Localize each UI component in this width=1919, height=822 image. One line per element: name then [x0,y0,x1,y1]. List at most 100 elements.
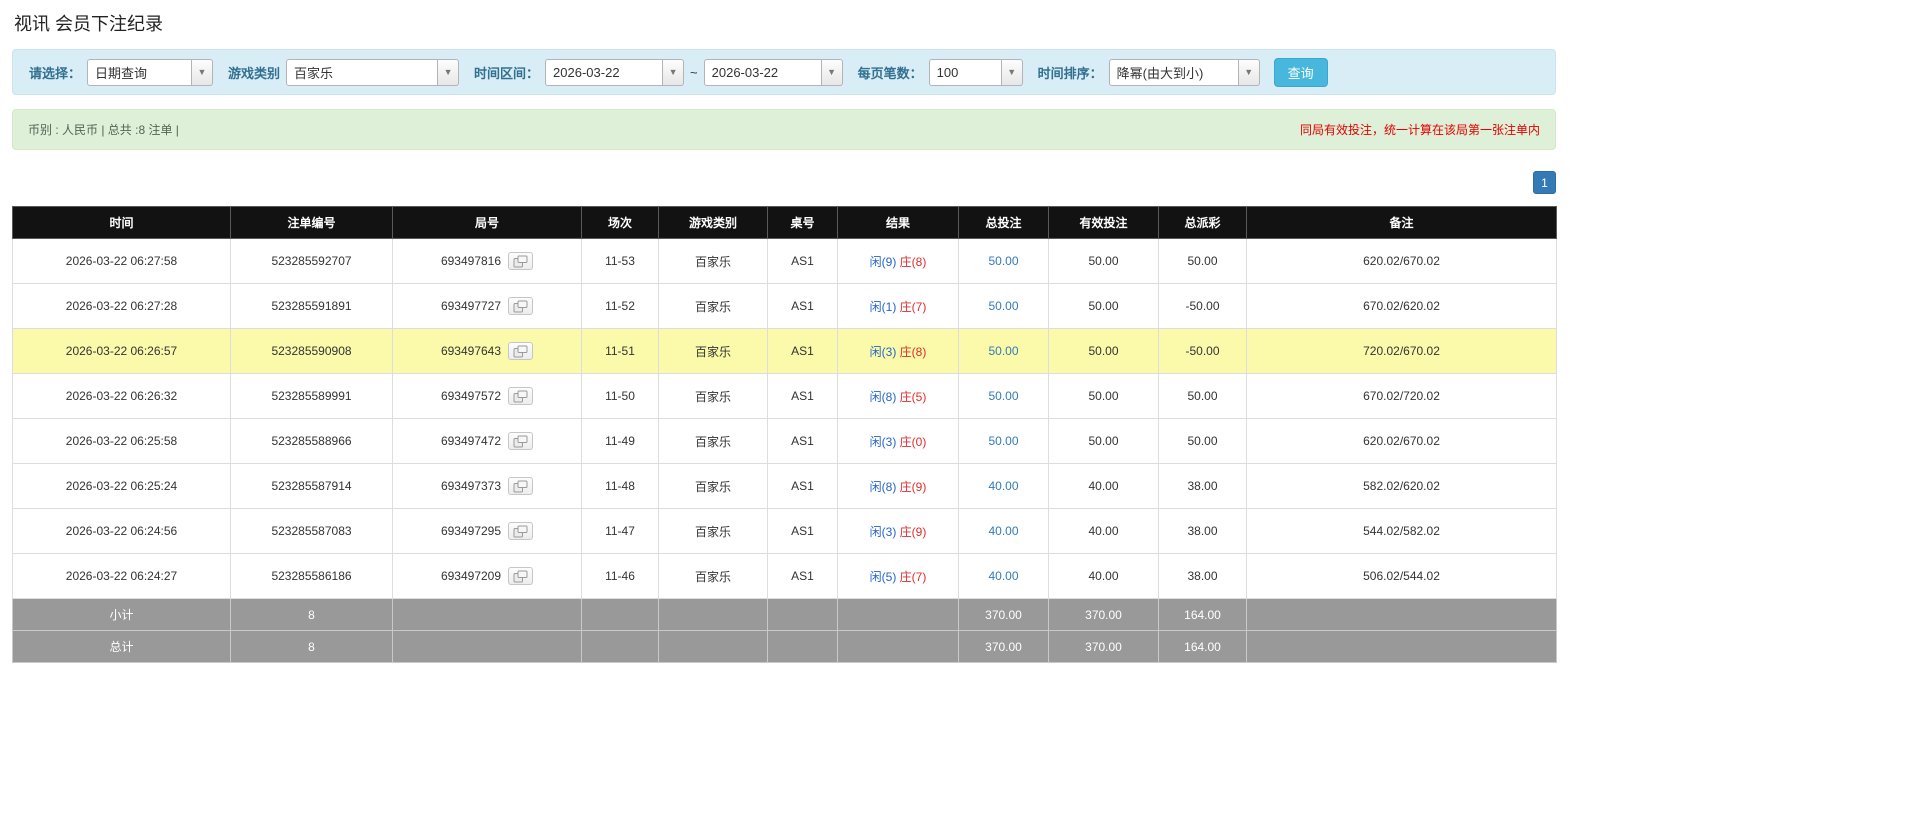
table-row: 2026-03-22 06:25:24523285587914693497373… [13,464,1557,509]
game-type-combo: ▼ [286,59,459,86]
header-valid-bet: 有效投注 [1049,207,1159,239]
select-type-input[interactable] [87,59,192,86]
total-row: 总计8370.00370.00164.00 [13,631,1557,663]
date-from-input[interactable] [545,59,663,86]
round-result-button[interactable] [508,522,533,540]
round-result-button[interactable] [508,567,533,585]
cell-payout: 38.00 [1159,509,1247,554]
chevron-down-icon[interactable]: ▼ [438,59,459,86]
header-time: 时间 [13,207,231,239]
page-1-button[interactable]: 1 [1533,171,1556,194]
game-type-input[interactable] [286,59,438,86]
date-to-input[interactable] [704,59,822,86]
cell-remark: 720.02/670.02 [1247,329,1557,374]
search-button[interactable]: 查询 [1274,58,1328,87]
cell-result: 闲(3) 庄(0) [838,419,959,464]
round-id-text: 693497472 [441,434,501,448]
table-row: 2026-03-22 06:26:32523285589991693497572… [13,374,1557,419]
cell-remark: 670.02/620.02 [1247,284,1557,329]
round-result-button[interactable] [508,252,533,270]
header-game-type: 游戏类别 [659,207,768,239]
cell-payout: -50.00 [1159,284,1247,329]
cell-table-no: AS1 [768,284,838,329]
total-bet-link[interactable]: 40.00 [988,479,1018,493]
chevron-down-icon[interactable]: ▼ [1002,59,1023,86]
round-result-button[interactable] [508,477,533,495]
cell-round-id: 693497643 [393,329,582,374]
chevron-down-icon[interactable]: ▼ [822,59,843,86]
footer-total-bet: 370.00 [959,599,1049,631]
pagination-top: 1 [12,171,1556,194]
cell-table-no: AS1 [768,239,838,284]
notice-text: 同局有效投注，统一计算在该局第一张注单内 [1300,121,1540,138]
chevron-down-icon[interactable]: ▼ [1239,59,1260,86]
cell-round-id: 693497209 [393,554,582,599]
footer-payout: 164.00 [1159,599,1247,631]
cell-round-id: 693497373 [393,464,582,509]
cell-valid-bet: 40.00 [1049,509,1159,554]
cell-table-no: AS1 [768,464,838,509]
footer-empty-cell [582,631,659,663]
total-bet-link[interactable]: 50.00 [988,254,1018,268]
result-banker: 庄(9) [900,525,927,539]
cell-result: 闲(5) 庄(7) [838,554,959,599]
round-result-button[interactable] [508,297,533,315]
total-bet-link[interactable]: 50.00 [988,344,1018,358]
footer-valid-bet: 370.00 [1049,599,1159,631]
result-player: 闲(9) [870,255,897,269]
time-sort-input[interactable] [1109,59,1239,86]
cell-table-no: AS1 [768,419,838,464]
cell-payout: 38.00 [1159,464,1247,509]
cell-round-id: 693497295 [393,509,582,554]
total-bet-link[interactable]: 50.00 [988,434,1018,448]
cell-round-id: 693497727 [393,284,582,329]
time-sort-label: 时间排序： [1038,63,1103,82]
footer-empty-cell [393,631,582,663]
result-banker: 庄(7) [900,570,927,584]
cell-bet-id: 523285588966 [231,419,393,464]
chevron-down-icon[interactable]: ▼ [663,59,684,86]
total-bet-link[interactable]: 50.00 [988,299,1018,313]
summary-bar: 币别 : 人民币 | 总共 :8 注单 | 同局有效投注，统一计算在该局第一张注… [12,109,1556,150]
table-row: 2026-03-22 06:26:57523285590908693497643… [13,329,1557,374]
page-size-input[interactable] [929,59,1002,86]
header-bet-id: 注单编号 [231,207,393,239]
cell-session: 11-52 [582,284,659,329]
footer-count: 8 [231,631,393,663]
cell-result: 闲(8) 庄(9) [838,464,959,509]
cell-session: 11-47 [582,509,659,554]
time-sort-combo: ▼ [1109,59,1260,86]
cards-icon [513,526,528,541]
round-result-button[interactable] [508,387,533,405]
cell-bet-id: 523285589991 [231,374,393,419]
round-id-text: 693497295 [441,524,501,538]
cell-total-bet: 50.00 [959,329,1049,374]
page: 视讯 会员下注纪录 请选择： ▼ 游戏类别 ▼ 时间区间： ▼ ~ ▼ 每页笔数… [12,0,1556,822]
cell-game-type: 百家乐 [659,419,768,464]
round-id-text: 693497816 [441,254,501,268]
cell-session: 11-53 [582,239,659,284]
round-id-text: 693497373 [441,479,501,493]
round-result-button[interactable] [508,432,533,450]
cell-round-id: 693497572 [393,374,582,419]
total-bet-link[interactable]: 40.00 [988,569,1018,583]
cell-time: 2026-03-22 06:25:24 [13,464,231,509]
total-bet-link[interactable]: 50.00 [988,389,1018,403]
time-range-label: 时间区间： [474,63,539,82]
round-result-button[interactable] [508,342,533,360]
chevron-down-icon[interactable]: ▼ [192,59,213,86]
result-banker: 庄(8) [900,255,927,269]
cell-game-type: 百家乐 [659,374,768,419]
cards-icon [513,481,528,496]
page-size-combo: ▼ [929,59,1023,86]
cell-table-no: AS1 [768,509,838,554]
header-total-bet: 总投注 [959,207,1049,239]
cell-time: 2026-03-22 06:25:58 [13,419,231,464]
cell-bet-id: 523285591891 [231,284,393,329]
footer-label: 小计 [13,599,231,631]
cell-remark: 620.02/670.02 [1247,419,1557,464]
result-player: 闲(5) [870,570,897,584]
result-banker: 庄(5) [900,390,927,404]
footer-empty-cell [659,631,768,663]
total-bet-link[interactable]: 40.00 [988,524,1018,538]
